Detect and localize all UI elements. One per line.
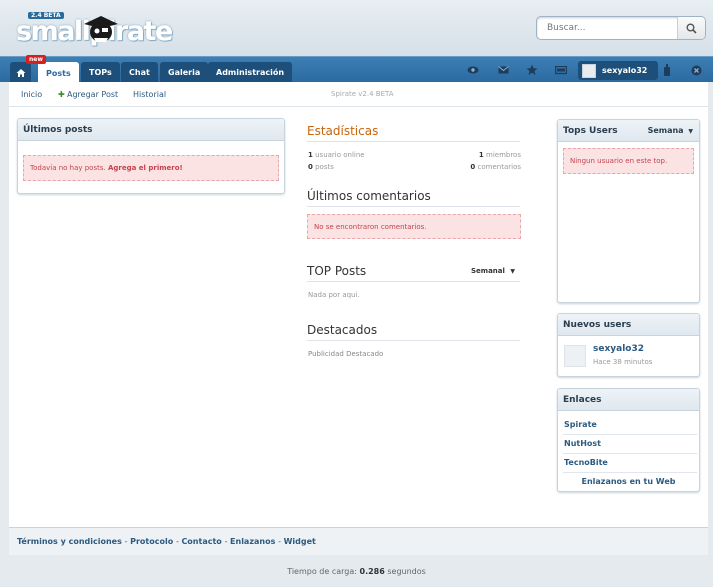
no-top-users-alert: Ningun usuario en este top. bbox=[563, 148, 694, 174]
miembros-count: 1 bbox=[478, 151, 484, 159]
comentarios-count: 0 bbox=[470, 163, 476, 171]
tops-users-box: Tops Users Semana ▼ Ningun usuario en es… bbox=[557, 119, 700, 303]
footer-enlazanos-link[interactable]: Enlazanos bbox=[230, 537, 275, 546]
enlace-tecnobite[interactable]: TecnoBite bbox=[563, 455, 697, 473]
home-icon bbox=[16, 68, 25, 77]
tab-posts[interactable]: Posts bbox=[38, 62, 79, 84]
posts-stat: 0 posts bbox=[308, 163, 334, 171]
new-user-name[interactable]: sexyalo32 bbox=[593, 344, 644, 354]
tab-galeria-label: Galeria bbox=[168, 68, 201, 77]
search-input[interactable] bbox=[541, 19, 671, 37]
bottle-icon[interactable] bbox=[661, 64, 673, 76]
tab-administracion[interactable]: Administración bbox=[208, 62, 293, 83]
star-icon[interactable] bbox=[526, 64, 538, 76]
nuevos-users-box: Nuevos users sexyalo32 Hace 38 minutos bbox=[557, 313, 700, 377]
no-posts-text: Todavía no hay posts. bbox=[30, 164, 106, 172]
close-icon[interactable] bbox=[690, 64, 702, 76]
ultimos-posts-title: Últimos posts bbox=[18, 119, 284, 141]
mail-icon[interactable] bbox=[497, 64, 509, 76]
tab-chat-label: Chat bbox=[129, 68, 150, 77]
chevron-down-icon: ▼ bbox=[510, 268, 515, 275]
tops-users-period-select[interactable]: Semana ▼ bbox=[648, 126, 693, 135]
search-box bbox=[536, 16, 706, 40]
add-first-post-link[interactable]: Agrega el primero! bbox=[108, 164, 183, 172]
nav-username: sexyalo32 bbox=[602, 66, 648, 75]
load-time-label: Tiempo de carga: bbox=[287, 567, 357, 576]
inicio-link[interactable]: Inicio bbox=[21, 90, 42, 99]
footer: Términos y condiciones - Protocolo - Con… bbox=[9, 527, 708, 555]
destacados-title: Destacados bbox=[307, 323, 520, 341]
avatar bbox=[582, 63, 596, 78]
user-menu[interactable]: sexyalo32 bbox=[578, 61, 658, 80]
tab-chat[interactable]: Chat bbox=[121, 62, 158, 83]
posts-count: 0 bbox=[308, 163, 313, 171]
enlaces-box: Enlaces Spirate NutHost TecnoBite Enlaza… bbox=[557, 388, 700, 492]
load-time-unit: segundos bbox=[387, 567, 426, 576]
tab-tops[interactable]: TOPs bbox=[81, 62, 120, 83]
enlace-spirate[interactable]: Spirate bbox=[563, 417, 697, 435]
tab-administracion-label: Administración bbox=[216, 68, 285, 77]
home-button[interactable] bbox=[10, 62, 31, 83]
eye-icon[interactable] bbox=[467, 64, 479, 76]
agregar-post-link[interactable]: Agregar Post bbox=[67, 90, 118, 99]
ultimos-comentarios-title: Últimos comentarios bbox=[307, 189, 520, 207]
enlazanos-button[interactable]: Enlazanos en tu Web bbox=[558, 477, 699, 486]
monitor-icon[interactable] bbox=[555, 64, 567, 76]
tab-galeria[interactable]: Galeria bbox=[160, 62, 209, 83]
historial-link[interactable]: Historial bbox=[133, 90, 166, 99]
ultimos-posts-box: Últimos posts Todavía no hay posts. Agre… bbox=[17, 118, 285, 194]
pirate-icon bbox=[84, 16, 118, 42]
main-nav: Posts new TOPs Chat Galeria Administraci… bbox=[0, 55, 713, 84]
tops-users-header: Tops Users Semana ▼ bbox=[558, 120, 699, 142]
tops-users-title: Tops Users bbox=[563, 126, 618, 136]
top-posts-period: Semanal bbox=[471, 267, 505, 275]
search-button[interactable] bbox=[677, 17, 705, 39]
enlace-nuthost[interactable]: NutHost bbox=[563, 436, 697, 454]
tab-posts-label: Posts bbox=[46, 68, 71, 78]
no-comments-alert: No se encontraron comentarios. bbox=[307, 214, 521, 239]
footer-terminos-link[interactable]: Términos y condiciones bbox=[17, 537, 122, 546]
no-posts-alert: Todavía no hay posts. Agrega el primero! bbox=[23, 155, 279, 181]
chevron-down-icon: ▼ bbox=[688, 128, 693, 135]
no-top-users-text: Ningun usuario en este top. bbox=[570, 157, 668, 165]
no-comments-text: No se encontraron comentarios. bbox=[314, 223, 427, 231]
load-time-value: 0.286 bbox=[359, 567, 385, 576]
load-time: Tiempo de carga: 0.286 segundos bbox=[0, 567, 713, 576]
tops-users-period: Semana bbox=[647, 126, 684, 135]
top-posts-label: TOP Posts bbox=[307, 264, 367, 278]
sub-nav: Inicio ✚ Agregar Post Historial Spirate … bbox=[9, 82, 708, 107]
footer-widget-link[interactable]: Widget bbox=[284, 537, 316, 546]
avatar[interactable] bbox=[564, 345, 586, 367]
estadisticas-title: Estadísticas bbox=[307, 124, 520, 142]
usuarios-online-stat: 1 usuario online bbox=[308, 151, 365, 159]
top-posts-empty: Nada por aqui. bbox=[308, 291, 360, 299]
tab-tops-label: TOPs bbox=[89, 68, 112, 77]
footer-contacto-link[interactable]: Contacto bbox=[181, 537, 221, 546]
header: smallpirate 2.4 BETA bbox=[0, 0, 713, 56]
miembros-label: miembros bbox=[486, 151, 521, 159]
footer-protocolo-link[interactable]: Protocolo bbox=[130, 537, 173, 546]
top-posts-period-select[interactable]: Semanal ▼ bbox=[471, 267, 515, 275]
posts-label: posts bbox=[315, 163, 334, 171]
add-post-icon: ✚ bbox=[58, 90, 65, 99]
usuarios-online-count: 1 bbox=[308, 151, 313, 159]
enlaces-title: Enlaces bbox=[558, 389, 699, 411]
destacados-text: Publicidad Destacado bbox=[308, 350, 384, 358]
usuarios-online-label: usuario online bbox=[315, 151, 365, 159]
miembros-stat: 1 miembros bbox=[477, 151, 521, 159]
main-content: Últimos posts Todavía no hay posts. Agre… bbox=[9, 107, 708, 527]
site-logo[interactable]: smallpirate 2.4 BETA bbox=[16, 12, 176, 47]
version-text: Spirate v2.4 BETA bbox=[331, 90, 394, 98]
new-badge: new bbox=[26, 55, 46, 64]
comentarios-stat: 0 comentarios bbox=[449, 163, 521, 171]
comentarios-label: comentarios bbox=[477, 163, 521, 171]
search-icon bbox=[686, 23, 697, 34]
nuevos-users-title: Nuevos users bbox=[558, 314, 699, 336]
logo-version-badge: 2.4 BETA bbox=[28, 12, 64, 19]
new-user-time: Hace 38 minutos bbox=[593, 358, 653, 366]
